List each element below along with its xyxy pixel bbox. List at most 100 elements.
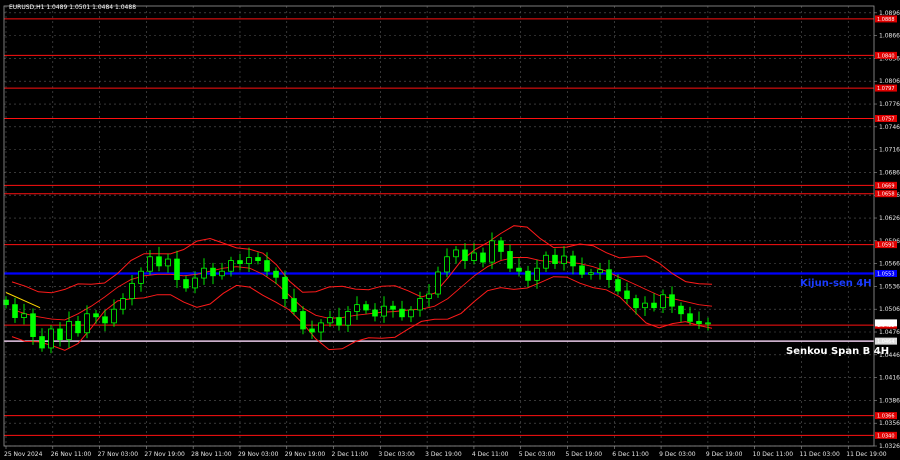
candle-body <box>381 305 387 317</box>
price-level-tag: 1.0797 <box>875 84 897 92</box>
candle-body <box>327 317 333 324</box>
candle-body <box>453 249 459 258</box>
chart-canvas[interactable]: 1.08961.08661.08361.08061.07761.07461.07… <box>0 0 900 460</box>
candle-body <box>669 294 675 307</box>
x-tick-label: 9 Dec 03:00 <box>659 451 696 458</box>
candle-body <box>246 257 252 265</box>
kijun-tag-text: 1.0553 <box>877 271 895 277</box>
price-level-tag: 1.0591 <box>875 241 897 249</box>
x-tick-label: 10 Dec 11:00 <box>753 451 794 458</box>
price-level-tag-text: 1.0888 <box>877 17 895 23</box>
candle-body <box>30 313 36 337</box>
candle-body <box>84 313 90 334</box>
candle-body <box>264 260 270 272</box>
candle-body <box>408 309 414 318</box>
candle-body <box>255 257 261 261</box>
candle-body <box>201 267 207 279</box>
senkou-tag: 1.0464 <box>875 337 897 345</box>
y-tick-label: 1.0716 <box>879 147 900 154</box>
candle-body <box>372 309 378 317</box>
x-tick-label: 2 Dec 11:00 <box>332 451 369 458</box>
candle-body <box>507 251 513 269</box>
candle-body <box>66 320 72 341</box>
candle-body <box>543 254 549 269</box>
x-tick-label: 27 Nov 19:00 <box>144 451 185 458</box>
y-tick-label: 1.0686 <box>879 169 900 176</box>
price-level-tag-text: 1.0340 <box>877 433 895 439</box>
candle-body <box>624 290 630 299</box>
candle-body <box>525 270 531 281</box>
candle-body <box>552 254 558 265</box>
price-level-tag-text: 1.0757 <box>877 116 895 122</box>
chart-background <box>0 0 900 460</box>
candle-body <box>57 328 63 341</box>
kijun-tag: 1.0553 <box>875 269 897 277</box>
candle-body <box>210 267 216 277</box>
y-tick-label: 1.0326 <box>879 443 900 450</box>
candle-body <box>498 240 504 252</box>
candle-body <box>147 256 153 272</box>
candle-body <box>192 277 198 289</box>
y-tick-label: 1.0626 <box>879 215 900 222</box>
candle-body <box>435 271 441 295</box>
candle-body <box>48 328 54 349</box>
x-tick-label: 5 Dec 19:00 <box>566 451 603 458</box>
y-tick-label: 1.0746 <box>879 124 900 131</box>
x-tick-label: 26 Nov 11:00 <box>51 451 92 458</box>
candle-body <box>705 322 711 325</box>
candle-body <box>102 316 108 324</box>
candle-body <box>363 304 369 311</box>
candle-body <box>399 308 405 318</box>
candle-body <box>633 298 639 309</box>
candle-body <box>120 298 126 310</box>
y-tick-label: 1.0356 <box>879 420 900 427</box>
senkou-tag-text: 1.0464 <box>877 339 895 345</box>
candle-body <box>300 311 306 330</box>
candle-body <box>291 298 297 312</box>
candle-body <box>678 305 684 315</box>
x-tick-label: 9 Dec 19:00 <box>706 451 743 458</box>
y-tick-label: 1.0476 <box>879 329 900 336</box>
price-chart[interactable]: 1.0896 1.0866 1.0836 1.0806 1.0776 1.0746 1.07… <box>0 0 900 460</box>
candle-body <box>129 282 135 299</box>
candle-body <box>75 320 81 334</box>
candle-body <box>597 269 603 274</box>
price-level-tag: 1.0669 <box>875 181 897 189</box>
price-level-tag-text: 1.0669 <box>877 183 895 189</box>
candle-body <box>21 313 27 318</box>
candle-body <box>282 276 288 299</box>
x-tick-label: 6 Dec 11:00 <box>612 451 649 458</box>
candle-body <box>687 313 693 322</box>
candle-body <box>642 302 648 309</box>
candle-body <box>138 270 144 284</box>
candle-body <box>237 260 243 265</box>
symbol-header: EURUSD,H1 1.0489 1.0501 1.0484 1.0488 <box>9 4 136 11</box>
candle-body <box>579 265 585 275</box>
candle-body <box>534 267 540 281</box>
candle-body <box>660 294 666 309</box>
candle-body <box>480 252 486 263</box>
price-level-tag: 1.0658 <box>875 190 897 198</box>
x-tick-label: 29 Nov 03:00 <box>238 451 279 458</box>
x-tick-label: 28 Nov 11:00 <box>191 451 232 458</box>
candle-body <box>111 308 117 324</box>
candle-body <box>228 260 234 272</box>
candle-body <box>570 255 576 267</box>
candle-body <box>165 258 171 267</box>
candle-body <box>471 252 477 261</box>
candle-body <box>462 249 468 261</box>
kijun-label: Kijun-sen 4H <box>800 278 872 289</box>
x-tick-label: 29 Nov 19:00 <box>285 451 326 458</box>
candle-body <box>615 279 621 292</box>
y-tick-label: 1.0566 <box>879 261 900 268</box>
price-level-tag: 1.0366 <box>875 412 897 420</box>
x-tick-label: 27 Nov 03:00 <box>98 451 139 458</box>
price-level-tag: 1.0340 <box>875 431 897 439</box>
candle-body <box>156 256 162 267</box>
price-level-tag-text: 1.0840 <box>877 53 895 59</box>
candle-body <box>309 328 315 333</box>
y-tick-label: 1.0776 <box>879 101 900 108</box>
y-tick-label: 1.0536 <box>879 283 900 290</box>
candle-body <box>174 258 180 280</box>
candle-body <box>93 313 99 318</box>
